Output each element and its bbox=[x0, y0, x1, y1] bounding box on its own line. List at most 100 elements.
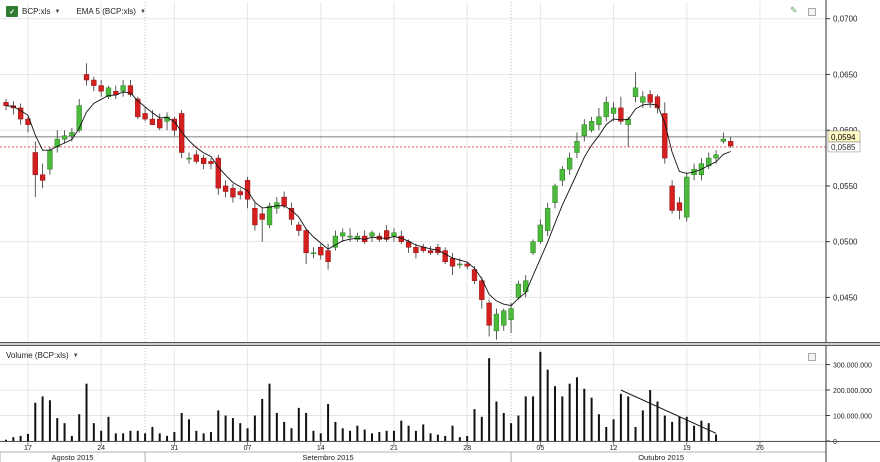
candle bbox=[669, 180, 675, 214]
candle bbox=[449, 252, 456, 276]
volume-bar bbox=[378, 432, 381, 441]
price-axis: 0,07000,06500,06000,05500,05000,04500,05… bbox=[826, 0, 880, 342]
candle bbox=[530, 239, 536, 256]
chevron-down-icon[interactable]: ▼ bbox=[140, 9, 146, 15]
candle bbox=[252, 202, 258, 231]
maximize-icon[interactable] bbox=[808, 353, 816, 361]
volume-bar bbox=[48, 400, 51, 441]
volume-bar bbox=[349, 430, 352, 441]
candle-body bbox=[179, 113, 185, 153]
volume-bar bbox=[12, 437, 15, 441]
candle-body bbox=[566, 157, 573, 170]
chevron-down-icon[interactable]: ▼ bbox=[73, 353, 79, 359]
candle bbox=[545, 202, 551, 237]
candle-body bbox=[266, 205, 273, 226]
candle bbox=[83, 63, 90, 86]
volume-bar bbox=[436, 434, 439, 441]
volume-bar bbox=[209, 432, 212, 441]
volume-bar bbox=[319, 433, 322, 441]
candle-body bbox=[3, 102, 9, 106]
candle bbox=[728, 136, 734, 149]
volume-trendline[interactable] bbox=[620, 389, 717, 434]
volume-bar bbox=[627, 396, 630, 441]
candle-body bbox=[237, 191, 243, 196]
day-label: 21 bbox=[390, 445, 398, 452]
candle-body bbox=[32, 152, 38, 176]
candle bbox=[603, 96, 609, 122]
candle-body bbox=[508, 308, 514, 320]
day-label: 31 bbox=[170, 445, 178, 452]
candle bbox=[47, 146, 53, 175]
candle-body bbox=[310, 252, 317, 255]
candle bbox=[501, 308, 507, 331]
volume-bar bbox=[473, 409, 476, 441]
volume-bar bbox=[480, 416, 483, 441]
candle bbox=[200, 154, 207, 170]
volume-bar bbox=[590, 397, 593, 441]
chart-canvas: 0,07000,06500,06000,05500,05000,04500,05… bbox=[0, 0, 880, 462]
symbol-label[interactable]: BCP:xls bbox=[22, 7, 50, 16]
candle-body bbox=[200, 157, 207, 164]
candle bbox=[720, 132, 727, 144]
volume-legend[interactable]: Volume (BCP:xls) ▼ bbox=[6, 351, 79, 360]
candle-body bbox=[457, 263, 463, 266]
candle-body bbox=[588, 121, 595, 131]
day-label: 12 bbox=[610, 445, 618, 452]
candle-body bbox=[120, 85, 126, 92]
candle bbox=[171, 116, 178, 136]
volume-bar bbox=[546, 369, 549, 441]
volume-bar bbox=[92, 423, 95, 441]
candle-body bbox=[98, 85, 104, 92]
candle-body bbox=[413, 246, 419, 254]
candle bbox=[427, 246, 434, 256]
volume-bar bbox=[246, 428, 249, 441]
candle-body bbox=[537, 224, 544, 242]
day-label: 19 bbox=[683, 445, 691, 452]
chevron-down-icon[interactable]: ▼ bbox=[54, 9, 60, 15]
day-label: 24 bbox=[97, 445, 105, 452]
candle-body bbox=[296, 224, 302, 231]
candle bbox=[413, 243, 419, 259]
volume-bar bbox=[129, 430, 132, 441]
volume-bar bbox=[253, 415, 256, 441]
candle-body bbox=[442, 250, 448, 262]
indicator-label[interactable]: EMA 5 (BCP:xls) bbox=[76, 7, 136, 16]
candle bbox=[237, 188, 243, 200]
volume-bar bbox=[488, 358, 491, 441]
volume-bar bbox=[715, 434, 718, 441]
candle bbox=[296, 221, 302, 237]
candle bbox=[596, 107, 602, 131]
volume-bar bbox=[422, 424, 425, 441]
candle-body bbox=[91, 79, 97, 86]
candle bbox=[303, 228, 309, 264]
candle-body bbox=[662, 113, 668, 159]
candle-body bbox=[157, 118, 163, 129]
candle bbox=[684, 172, 690, 222]
candle-body bbox=[486, 302, 492, 326]
candle-body bbox=[39, 174, 46, 181]
candle bbox=[559, 165, 565, 186]
volume-bars bbox=[5, 351, 718, 441]
candle bbox=[508, 302, 514, 334]
volume-bar bbox=[63, 423, 66, 441]
candle-body bbox=[222, 185, 229, 192]
candle-body bbox=[574, 141, 580, 153]
volume-label[interactable]: Volume (BCP:xls) bbox=[6, 351, 69, 360]
volume-bar bbox=[671, 421, 674, 441]
candlestick-series bbox=[3, 63, 734, 340]
pencil-icon[interactable]: ✎ bbox=[790, 5, 798, 16]
candle-body bbox=[230, 187, 236, 198]
volume-bar bbox=[641, 410, 644, 441]
candle bbox=[193, 150, 199, 164]
candle bbox=[369, 230, 375, 242]
candle bbox=[574, 132, 580, 159]
day-label: 14 bbox=[317, 445, 325, 452]
price-legend[interactable]: ✓ BCP:xls ▼ EMA 5 (BCP:xls) ▼ bbox=[6, 6, 146, 17]
volume-bar bbox=[597, 414, 600, 441]
candle-body bbox=[69, 132, 75, 137]
candle bbox=[208, 158, 214, 170]
maximize-icon[interactable] bbox=[808, 8, 816, 16]
panel-frames bbox=[0, 0, 880, 462]
candle-body bbox=[515, 283, 522, 298]
candle-body bbox=[391, 232, 397, 237]
